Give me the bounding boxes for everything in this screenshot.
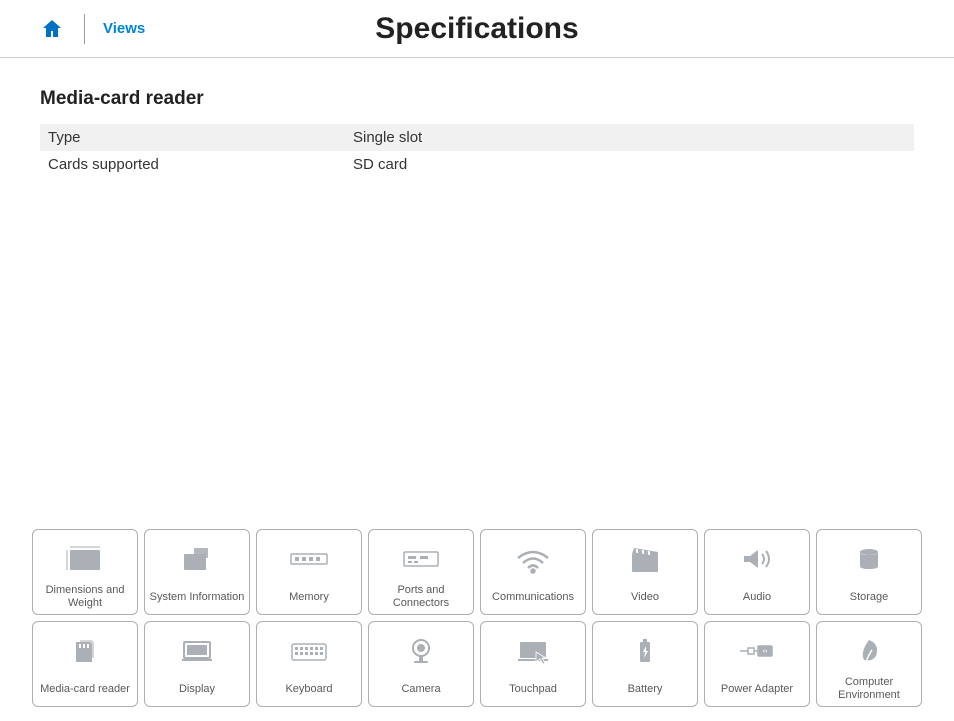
- audio-icon: [707, 534, 807, 584]
- nav-label: Media-card reader: [40, 676, 130, 702]
- nav-label: Dimensions and Weight: [35, 584, 135, 610]
- page-title: Specifications: [375, 12, 578, 46]
- divider: [84, 14, 85, 44]
- battery-icon: [595, 626, 695, 676]
- nav-label: Memory: [289, 584, 329, 610]
- touchpad-icon: [483, 626, 583, 676]
- nav-tile-environment[interactable]: Computer Environment: [816, 621, 922, 707]
- nav-row-1: Dimensions and Weight System Information…: [32, 529, 922, 615]
- camera-icon: [371, 626, 471, 676]
- nav-tile-touchpad[interactable]: Touchpad: [480, 621, 586, 707]
- main-content: Media-card reader Type Single slot Cards…: [0, 58, 954, 178]
- table-row: Cards supported SD card: [40, 151, 914, 178]
- spec-label: Cards supported: [40, 151, 345, 178]
- storage-icon: [819, 534, 919, 584]
- environment-icon: [819, 626, 919, 676]
- nav-tile-video[interactable]: Video: [592, 529, 698, 615]
- nav-label: Power Adapter: [721, 676, 793, 702]
- nav-tile-keyboard[interactable]: Keyboard: [256, 621, 362, 707]
- bottom-nav: Dimensions and Weight System Information…: [32, 529, 922, 707]
- nav-label: Ports and Connectors: [371, 584, 471, 610]
- memory-icon: [259, 534, 359, 584]
- nav-label: Computer Environment: [819, 676, 919, 702]
- nav-label: Touchpad: [509, 676, 557, 702]
- header-bar: Views Specifications: [0, 0, 954, 58]
- nav-row-2: Media-card reader Display Keyboard Camer…: [32, 621, 922, 707]
- table-row: Type Single slot: [40, 124, 914, 151]
- nav-tile-ports[interactable]: Ports and Connectors: [368, 529, 474, 615]
- nav-label: Audio: [743, 584, 771, 610]
- nav-label: Storage: [850, 584, 889, 610]
- spec-value: SD card: [345, 151, 914, 178]
- keyboard-icon: [259, 626, 359, 676]
- ports-icon: [371, 534, 471, 584]
- spec-value: Single slot: [345, 124, 914, 151]
- mediacard-icon: [35, 626, 135, 676]
- home-icon[interactable]: [40, 17, 84, 41]
- nav-label: Camera: [401, 676, 440, 702]
- nav-tile-dimensions[interactable]: Dimensions and Weight: [32, 529, 138, 615]
- power-icon: [707, 626, 807, 676]
- nav-label: Battery: [628, 676, 663, 702]
- nav-tile-memory[interactable]: Memory: [256, 529, 362, 615]
- nav-tile-power[interactable]: Power Adapter: [704, 621, 810, 707]
- video-icon: [595, 534, 695, 584]
- dimensions-icon: [35, 534, 135, 584]
- spec-label: Type: [40, 124, 345, 151]
- nav-label: Video: [631, 584, 659, 610]
- nav-tile-system[interactable]: System Information: [144, 529, 250, 615]
- display-icon: [147, 626, 247, 676]
- spec-table: Type Single slot Cards supported SD card: [40, 124, 914, 178]
- wifi-icon: [483, 534, 583, 584]
- nav-tile-storage[interactable]: Storage: [816, 529, 922, 615]
- nav-tile-battery[interactable]: Battery: [592, 621, 698, 707]
- nav-tile-display[interactable]: Display: [144, 621, 250, 707]
- nav-label: System Information: [150, 584, 245, 610]
- section-title: Media-card reader: [40, 88, 914, 110]
- nav-tile-mediacard[interactable]: Media-card reader: [32, 621, 138, 707]
- system-icon: [147, 534, 247, 584]
- nav-tile-audio[interactable]: Audio: [704, 529, 810, 615]
- nav-label: Keyboard: [285, 676, 332, 702]
- nav-tile-communications[interactable]: Communications: [480, 529, 586, 615]
- views-link[interactable]: Views: [103, 20, 145, 37]
- nav-label: Display: [179, 676, 215, 702]
- nav-tile-camera[interactable]: Camera: [368, 621, 474, 707]
- nav-label: Communications: [492, 584, 574, 610]
